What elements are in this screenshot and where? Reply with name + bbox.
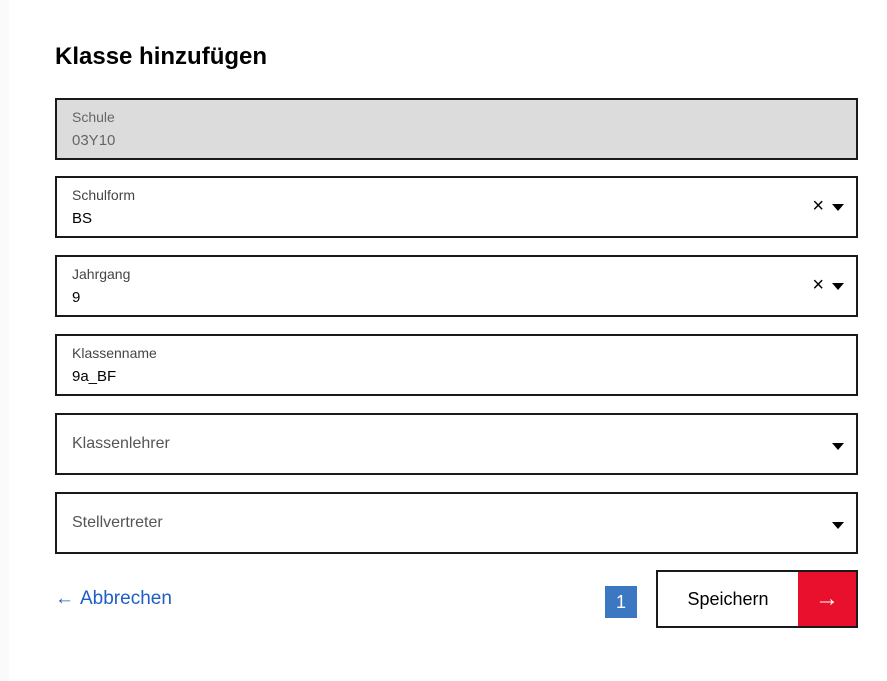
class-teacher-controls: [832, 441, 844, 450]
arrow-right-icon: →: [798, 572, 856, 626]
grade-controls: ×: [812, 275, 844, 295]
class-name-value[interactable]: 9a_BF: [72, 368, 116, 385]
school-form-select[interactable]: Schulform BS ×: [55, 176, 858, 238]
arrow-left-icon: ←: [55, 588, 74, 609]
school-field: Schule 03Y10: [55, 98, 858, 160]
cancel-label: Abbrechen: [80, 588, 172, 609]
page-title: Klasse hinzufügen: [55, 43, 268, 70]
clear-icon[interactable]: ×: [812, 196, 824, 216]
school-value: 03Y10: [72, 132, 116, 149]
chevron-down-icon[interactable]: [832, 443, 844, 450]
clear-icon[interactable]: ×: [812, 275, 824, 295]
save-button[interactable]: Speichern →: [656, 570, 858, 628]
deputy-controls: [832, 520, 844, 529]
chevron-down-icon[interactable]: [832, 203, 844, 211]
deputy-select[interactable]: Stellvertreter: [55, 492, 858, 554]
school-label: Schule: [72, 109, 115, 125]
save-label: Speichern: [687, 588, 769, 609]
chevron-down-icon[interactable]: [832, 522, 844, 529]
school-form-value: BS: [72, 210, 93, 227]
step-badge: 1: [605, 586, 637, 618]
class-name-label: Klassenname: [72, 345, 157, 361]
grade-select[interactable]: Jahrgang 9 ×: [55, 255, 858, 317]
cancel-link[interactable]: ← Abbrechen: [55, 588, 172, 610]
school-form-controls: ×: [812, 196, 844, 216]
class-teacher-select[interactable]: Klassenlehrer: [55, 413, 858, 475]
grade-value: 9: [72, 289, 81, 306]
class-teacher-placeholder: Klassenlehrer: [72, 435, 170, 452]
deputy-placeholder: Stellvertreter: [72, 514, 163, 531]
chevron-down-icon[interactable]: [832, 282, 844, 290]
grade-label: Jahrgang: [72, 266, 131, 282]
class-name-input[interactable]: Klassenname 9a_BF: [55, 334, 858, 396]
school-form-label: Schulform: [72, 187, 136, 203]
